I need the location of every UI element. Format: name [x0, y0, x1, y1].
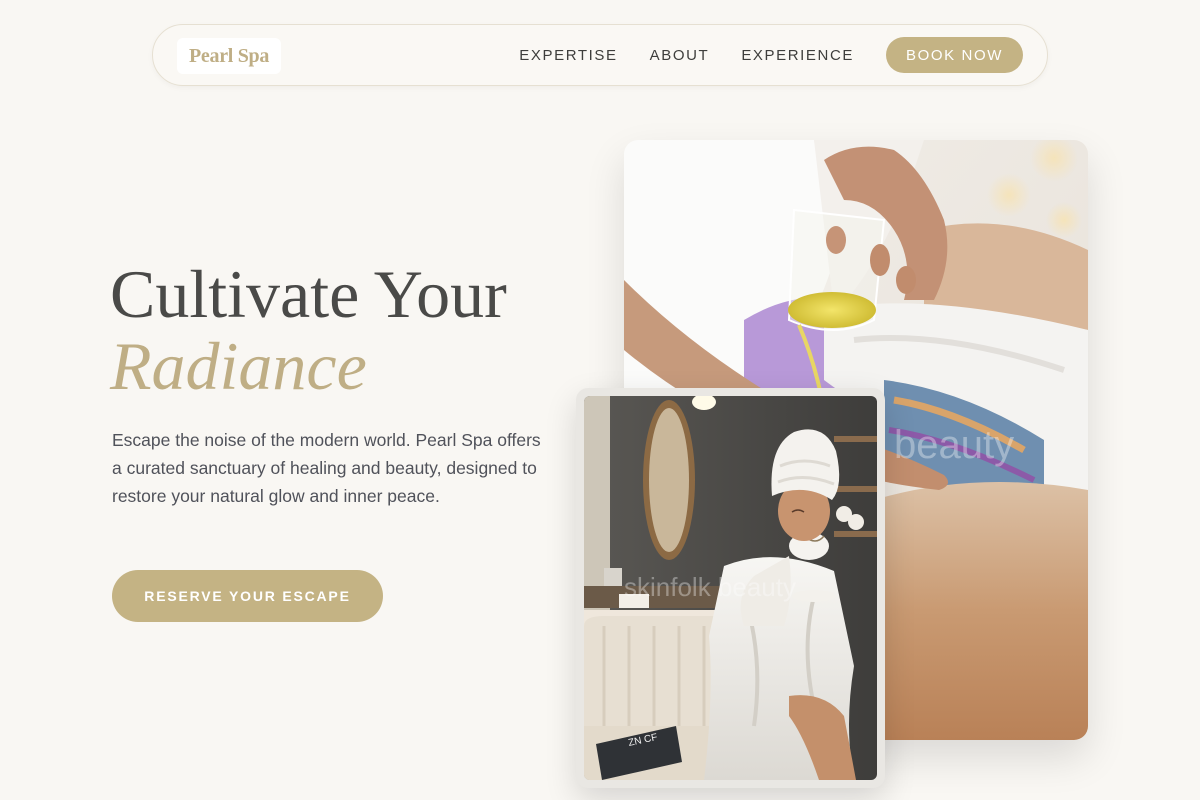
book-now-button[interactable]: BOOK NOW [886, 37, 1023, 73]
nav-link-experience[interactable]: EXPERIENCE [741, 47, 854, 64]
nav-link-expertise[interactable]: EXPERTISE [519, 47, 617, 64]
nav-link-about[interactable]: ABOUT [650, 47, 710, 64]
hero-title-line1: Cultivate Your [110, 256, 507, 332]
reserve-escape-button[interactable]: RESERVE YOUR ESCAPE [112, 570, 383, 622]
top-navbar: Pearl Spa EXPERTISE ABOUT EXPERIENCE BOO… [152, 24, 1048, 86]
robe-photo-illustration: ZN CF skinfolk beauty [584, 396, 877, 780]
robe-photo: ZN CF skinfolk beauty [584, 396, 877, 780]
hero-title-accent: Radiance [110, 328, 367, 404]
logo[interactable]: Pearl Spa [177, 38, 282, 74]
nav-links: EXPERTISE ABOUT EXPERIENCE BOOK NOW [519, 37, 1023, 73]
robe-photo-frame: ZN CF skinfolk beauty [576, 388, 885, 788]
hero-description: Escape the noise of the modern world. Pe… [112, 430, 541, 506]
small-photo-watermark: skinfolk beauty [624, 572, 796, 602]
hero-title: Cultivate Your Radiance [110, 258, 507, 402]
